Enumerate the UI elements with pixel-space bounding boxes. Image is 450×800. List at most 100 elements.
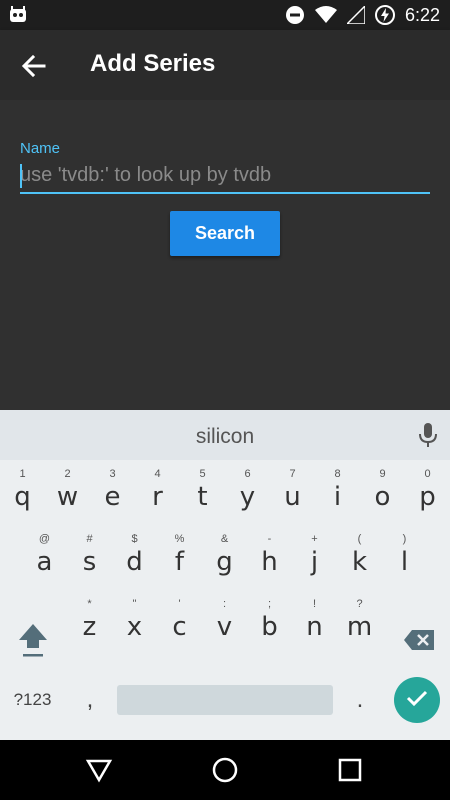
key-e[interactable]: 3e [90, 460, 135, 520]
name-input[interactable]: use 'tvdb:' to look up by tvdb [20, 160, 430, 194]
key-hint: ! [312, 598, 317, 610]
key-char: g [216, 547, 233, 577]
key-char: p [419, 482, 436, 512]
key-char: m [346, 612, 373, 642]
key-j[interactable]: + j [292, 525, 337, 585]
key-hint: ) [402, 533, 407, 545]
search-button[interactable]: Search [170, 211, 280, 256]
key-t[interactable]: 5t [180, 460, 225, 520]
name-input-placeholder: use 'tvdb:' to look up by tvdb [20, 164, 272, 186]
checkmark-icon [405, 686, 429, 715]
key-char: f [174, 547, 185, 577]
key-hint: - [267, 533, 272, 545]
key-char: j [310, 547, 319, 577]
key-b[interactable]: ; b [247, 590, 292, 650]
key-char: z [82, 612, 97, 642]
wifi-icon [314, 6, 337, 24]
key-a[interactable]: @ a [22, 525, 67, 585]
key-hint: 6 [244, 468, 251, 480]
key-h[interactable]: -h [247, 525, 292, 585]
key-v[interactable]: :v [202, 590, 247, 650]
key-char: w [56, 482, 79, 512]
key-x[interactable]: " x [112, 590, 157, 650]
text-cursor [20, 164, 22, 188]
key-q[interactable]: 1q [0, 460, 45, 520]
key-w[interactable]: 2w [45, 460, 90, 520]
key-char: c [172, 612, 187, 642]
key-hint: # [86, 533, 93, 545]
key-o[interactable]: 9o [360, 460, 405, 520]
key-hint: & [220, 533, 229, 545]
key-g[interactable]: & g [202, 525, 247, 585]
key-hint: ? [356, 598, 363, 610]
key-hint: 2 [64, 468, 71, 480]
key-char: l [400, 547, 409, 577]
signal-icon [346, 6, 365, 24]
android-icon [8, 5, 28, 25]
key-z[interactable]: * z [67, 590, 112, 650]
key-u[interactable]: 7u [270, 460, 315, 520]
app-bar: Add Series [0, 30, 450, 100]
key-n[interactable]: ! n [292, 590, 337, 650]
enter-key[interactable] [394, 677, 440, 723]
key-char: s [82, 547, 97, 577]
key-m[interactable]: ? m [337, 590, 382, 650]
key-char: i [333, 482, 342, 512]
period-key[interactable]: . [340, 680, 380, 720]
space-key[interactable] [117, 685, 333, 715]
status-bar: 6:22 [0, 0, 450, 30]
key-f[interactable]: % f [157, 525, 202, 585]
key-k[interactable]: (k [337, 525, 382, 585]
key-hint: : [222, 598, 227, 610]
key-hint: 3 [109, 468, 116, 480]
key-char: v [216, 612, 233, 642]
backspace-key[interactable] [396, 615, 441, 665]
key-char: h [261, 547, 278, 577]
key-hint: 0 [424, 468, 431, 480]
key-char: o [374, 482, 391, 512]
shift-key[interactable] [10, 615, 55, 665]
key-s[interactable]: # s [67, 525, 112, 585]
key-char: q [14, 482, 31, 512]
soft-keyboard: silicon 1q2w3e4r5t6y7u8i9o0p @ a # s $ d% f & g -… [0, 410, 450, 740]
key-c[interactable]: ' c [157, 590, 202, 650]
key-hint: * [87, 598, 92, 610]
key-hint: ' [178, 598, 181, 610]
key-hint: " [132, 598, 137, 610]
page-title: Add Series [90, 50, 216, 77]
key-char: u [284, 482, 301, 512]
key-hint: @ [38, 533, 51, 545]
key-char: k [351, 547, 368, 577]
back-nav-icon[interactable] [85, 756, 113, 784]
recents-nav-icon[interactable] [336, 756, 364, 784]
key-r[interactable]: 4r [135, 460, 180, 520]
key-y[interactable]: 6y [225, 460, 270, 520]
suggestion-word[interactable]: silicon [0, 425, 450, 449]
key-char: r [152, 482, 163, 512]
key-hint: 1 [19, 468, 26, 480]
key-hint: ( [357, 533, 362, 545]
home-nav-icon[interactable] [211, 756, 239, 784]
microphone-icon[interactable] [418, 422, 438, 448]
key-char: b [261, 612, 278, 642]
key-i[interactable]: 8i [315, 460, 360, 520]
comma-key[interactable]: , [70, 680, 110, 720]
key-char: x [126, 612, 143, 642]
back-arrow-icon[interactable] [18, 51, 48, 81]
key-char: t [197, 482, 208, 512]
key-hint: 4 [154, 468, 161, 480]
key-hint: 7 [289, 468, 296, 480]
status-time: 6:22 [404, 4, 440, 25]
key-p[interactable]: 0p [405, 460, 450, 520]
key-hint: 8 [334, 468, 341, 480]
navigation-bar [0, 740, 450, 800]
symbols-key[interactable]: ?123 [5, 680, 60, 720]
key-hint: + [311, 533, 318, 545]
name-field-label: Name [20, 140, 61, 157]
key-l[interactable]: ) l [382, 525, 427, 585]
key-d[interactable]: $ d [112, 525, 157, 585]
key-hint: % [174, 533, 185, 545]
key-hint: $ [131, 533, 138, 545]
key-hint: ; [267, 598, 272, 610]
add-series-form: Name use 'tvdb:' to look up by tvdb Sear… [0, 100, 450, 410]
